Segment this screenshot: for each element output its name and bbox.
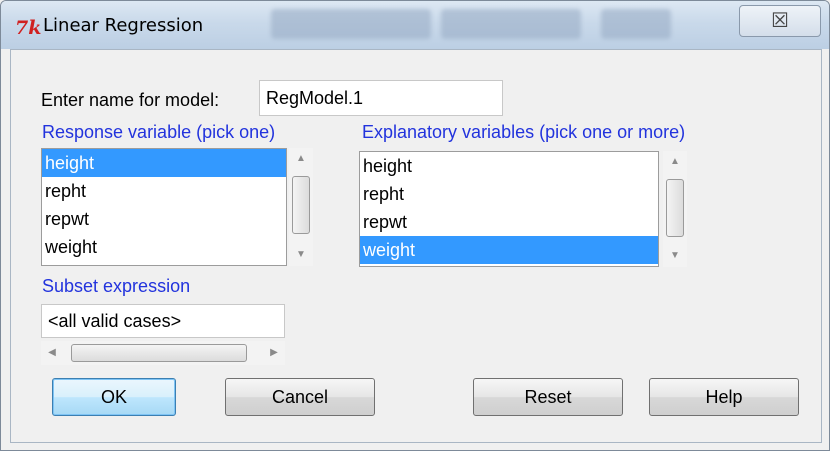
window-title: Linear Regression [43,15,204,36]
subset-horizontal-scrollbar[interactable]: ◀ ▶ [41,341,285,365]
list-item[interactable]: height [360,152,658,180]
scrollbar-thumb[interactable] [71,344,247,362]
blurred-background-toolbar [601,9,671,39]
list-item[interactable]: height [42,149,286,177]
help-button[interactable]: Help [649,378,799,416]
blurred-background-toolbar [441,9,581,39]
dialog-content: Enter name for model: RegModel.1 Respons… [10,49,822,443]
model-name-label: Enter name for model: [41,90,220,110]
close-icon: ☒ [771,8,789,32]
explanatory-variables-label: Explanatory variables (pick one or more) [362,122,686,142]
list-item[interactable]: weight [360,236,658,264]
list-item[interactable]: repwt [360,208,658,236]
response-variable-label: Response variable (pick one) [42,122,276,142]
blurred-background-toolbar [271,9,431,39]
scrollbar-thumb[interactable] [666,179,684,237]
scroll-left-arrow-icon[interactable]: ◀ [41,341,63,365]
list-item[interactable]: weight [42,233,286,261]
scroll-down-arrow-icon[interactable]: ▼ [663,245,687,267]
scrollbar-thumb[interactable] [292,176,310,234]
response-variable-list[interactable]: height repht repwt weight [41,148,287,266]
scroll-up-arrow-icon[interactable]: ▲ [289,148,313,170]
subset-expression-label: Subset expression [42,276,191,296]
close-button[interactable]: ☒ [739,5,821,37]
scroll-right-arrow-icon[interactable]: ▶ [263,341,285,365]
scroll-up-arrow-icon[interactable]: ▲ [663,151,687,173]
reset-button[interactable]: Reset [473,378,623,416]
linear-regression-dialog: 7k Linear Regression ☒ Enter name for mo… [0,0,830,451]
response-list-scrollbar[interactable]: ▲ ▼ [289,148,313,266]
explanatory-list-scrollbar[interactable]: ▲ ▼ [663,151,687,267]
list-item[interactable]: repht [42,177,286,205]
cancel-button[interactable]: Cancel [225,378,375,416]
explanatory-variables-list[interactable]: height repht repwt weight [359,151,659,267]
scroll-down-arrow-icon[interactable]: ▼ [289,244,313,266]
subset-expression-input[interactable]: <all valid cases> [41,304,285,338]
list-item[interactable]: repwt [42,205,286,233]
tk-feather-icon: 7k [15,17,42,39]
list-item[interactable]: repht [360,180,658,208]
title-bar[interactable]: 7k Linear Regression ☒ [1,1,829,49]
model-name-input[interactable]: RegModel.1 [259,80,503,116]
ok-button[interactable]: OK [52,378,176,416]
